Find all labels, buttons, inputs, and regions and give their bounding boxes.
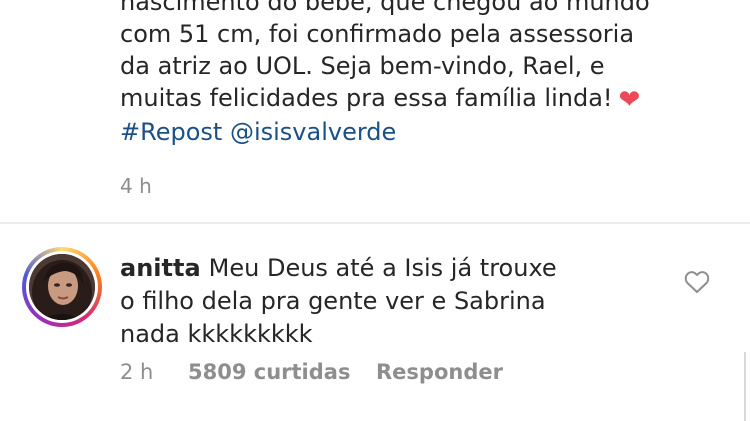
comment-line: anitta Meu Deus até a Isis já trouxe [120,252,660,285]
divider [0,222,750,224]
caption-line: com 51 cm, foi confirmado pela assessori… [120,20,635,48]
hashtag-link[interactable]: #Repost [120,118,222,146]
comment-likes-link[interactable]: 5809 curtidas [188,360,376,384]
caption-line: nascimento do bebê, que chegou ao mundo [120,0,650,16]
edge-divider [744,352,746,421]
mention-link[interactable]: @isisvalverde [230,118,396,146]
caption-timestamp: 4 h [120,174,152,198]
caption-line-last: muitas felicidades pra essa família lind… [120,82,710,116]
caption-line-text: muitas felicidades pra essa família lind… [120,84,613,112]
comment-username[interactable]: anitta [120,254,201,282]
comment-line: o filho dela pra gente ver e Sabrina [120,287,546,315]
avatar-ring-gap [26,251,98,323]
comment-body: anitta Meu Deus até a Isis já trouxe o fi… [120,252,660,351]
avatar-story-ring[interactable] [22,247,102,327]
avatar [29,254,95,320]
avatar-image [29,254,95,320]
caption-line: da atriz ao UOL. Seja bem-vindo, Rael, e [120,52,605,80]
comment-text: Meu Deus até a Isis já trouxe [208,254,557,282]
comment-timestamp: 2 h [120,360,154,384]
heart-emoji-icon: ❤ [618,85,641,115]
heart-outline-icon[interactable] [684,270,710,294]
post-caption: nascimento do bebê, que chegou ao mundo … [120,0,710,148]
caption-tags: #Repost @isisvalverde [120,116,710,148]
comment-line: nada kkkkkkkkk [120,320,313,348]
instagram-post-comments: nascimento do bebê, que chegou ao mundo … [0,0,750,421]
comment-meta: 2 h 5809 curtidas Responder [120,360,503,384]
reply-button[interactable]: Responder [376,360,503,384]
